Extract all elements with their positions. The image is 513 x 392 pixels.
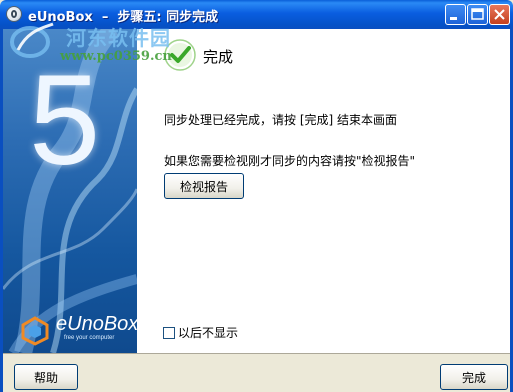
step-banner: 5 eUnoBox free your computer <box>3 29 137 353</box>
completion-message: 同步处理已经完成，请按 [完成] 结束本画面 <box>164 113 397 127</box>
brand-name: eUnoBox <box>56 313 137 335</box>
minimize-icon <box>450 17 457 20</box>
eunobox-logo-icon <box>21 316 49 346</box>
maximize-icon <box>471 8 484 20</box>
minimize-button[interactable] <box>445 4 466 25</box>
finish-button[interactable]: 完成 <box>440 364 508 390</box>
page-heading: 完成 <box>203 48 234 66</box>
dont-show-again-checkbox[interactable] <box>163 326 175 339</box>
watermark-site-name: 河东软件园 <box>66 26 171 50</box>
close-button[interactable] <box>489 4 510 25</box>
watermark-url: www.pc0359.cn <box>60 49 172 64</box>
close-icon <box>494 9 505 20</box>
step-number: 5 <box>29 49 101 192</box>
watermark-logo-icon <box>10 22 54 58</box>
view-report-button[interactable]: 检视报告 <box>164 173 244 199</box>
dont-show-again-label[interactable]: 以后不显示 <box>178 324 238 341</box>
wizard-window: eUnoBox – 步骤五: 同步完成 5 eUnoBox free your … <box>0 0 513 392</box>
dont-show-again-option[interactable]: 以后不显示 <box>163 324 238 341</box>
brand-tagline: free your computer <box>64 335 115 341</box>
help-button[interactable]: 帮助 <box>14 364 78 390</box>
review-instruction: 如果您需要检视刚才同步的内容请按"检视报告" <box>164 154 416 168</box>
footer-divider <box>3 353 510 354</box>
maximize-button[interactable] <box>467 4 488 25</box>
